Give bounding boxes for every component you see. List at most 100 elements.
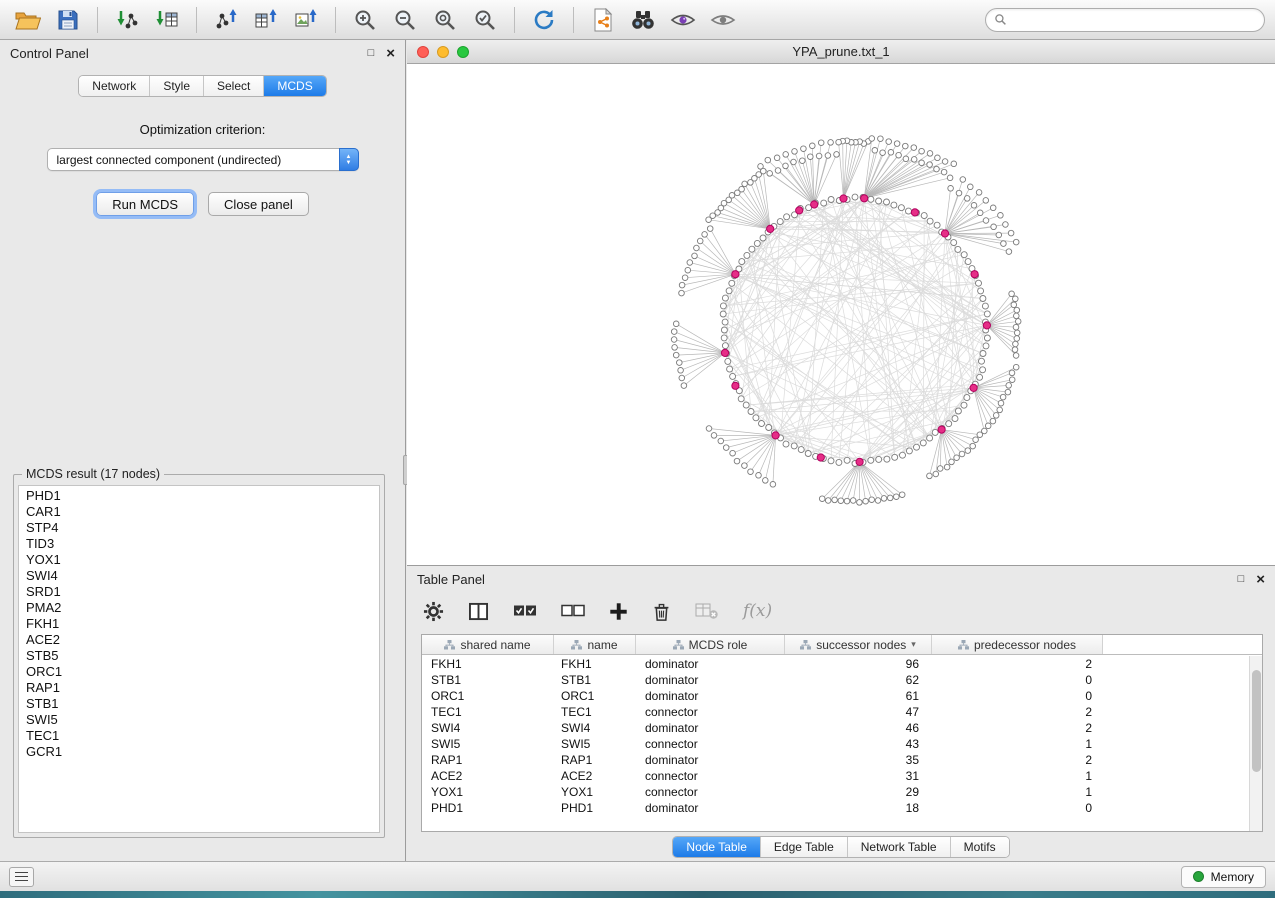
minimize-window-icon[interactable] — [437, 46, 449, 58]
delete-table-button[interactable] — [695, 601, 719, 621]
mcds-result-item[interactable]: PMA2 — [19, 600, 379, 616]
unselect-all-columns-button[interactable] — [561, 604, 585, 618]
mcds-result-list[interactable]: PHD1CAR1STP4TID3YOX1SWI4SRD1PMA2FKH1ACE2… — [18, 485, 380, 833]
mcds-result-item[interactable]: SWI4 — [19, 568, 379, 584]
control-panel-titlebar: Control Panel □ × — [0, 40, 405, 66]
mcds-result-item[interactable]: SRD1 — [19, 584, 379, 600]
tab-select[interactable]: Select — [204, 76, 264, 96]
tab-style[interactable]: Style — [150, 76, 204, 96]
float-table-panel-icon[interactable]: □ — [1238, 574, 1245, 585]
function-builder-button[interactable]: f(x) — [743, 601, 772, 621]
table-row[interactable]: FKH1FKH1dominator962 — [422, 656, 1262, 672]
column-header-successor-nodes[interactable]: successor nodes ▾ — [785, 635, 932, 654]
tab-mcds[interactable]: MCDS — [264, 76, 325, 96]
search-box[interactable] — [985, 8, 1265, 32]
memory-status-icon — [1193, 871, 1204, 882]
export-table-button[interactable] — [248, 5, 284, 35]
mcds-result-item[interactable]: YOX1 — [19, 552, 379, 568]
network-canvas[interactable] — [407, 64, 1275, 565]
mcds-result-item[interactable]: SWI5 — [19, 712, 379, 728]
search-input[interactable] — [1013, 13, 1256, 27]
mcds-result-item[interactable]: CAR1 — [19, 504, 379, 520]
mcds-result-item[interactable]: TID3 — [19, 536, 379, 552]
table-row[interactable]: TEC1TEC1connector472 — [422, 704, 1262, 720]
columns-icon — [468, 602, 489, 621]
mcds-result-item[interactable]: STB5 — [19, 648, 379, 664]
zoom-out-icon — [393, 8, 417, 32]
zoom-fit-button[interactable] — [427, 5, 463, 35]
float-panel-icon[interactable]: □ — [368, 48, 375, 59]
network-view — [407, 64, 1275, 565]
memory-button[interactable]: Memory — [1181, 866, 1266, 888]
mcds-result-item[interactable]: GCR1 — [19, 744, 379, 760]
show-columns-button[interactable] — [468, 602, 489, 621]
column-type-icon — [673, 640, 684, 650]
import-network-button[interactable] — [109, 5, 145, 35]
export-network-icon — [214, 8, 238, 32]
export-network-button[interactable] — [208, 5, 244, 35]
table-panel-title: Table Panel — [417, 572, 485, 587]
task-history-button[interactable] — [9, 867, 34, 887]
import-table-button[interactable] — [149, 5, 185, 35]
table-row[interactable]: ACE2ACE2connector311 — [422, 768, 1262, 784]
mcds-result-item[interactable]: TEC1 — [19, 728, 379, 744]
column-header-name[interactable]: name — [554, 635, 636, 654]
node-table-rows: FKH1FKH1dominator962STB1STB1dominator620… — [422, 656, 1262, 831]
close-window-icon[interactable] — [417, 46, 429, 58]
mcds-result-item[interactable]: ACE2 — [19, 632, 379, 648]
share-document-button[interactable] — [585, 5, 621, 35]
tab-network[interactable]: Network — [79, 76, 150, 96]
tab-network-table[interactable]: Network Table — [848, 837, 951, 857]
tab-edge-table[interactable]: Edge Table — [761, 837, 848, 857]
close-panel-icon[interactable]: × — [386, 46, 395, 61]
table-row[interactable]: YOX1YOX1connector291 — [422, 784, 1262, 800]
table-row[interactable]: SWI5SWI5connector431 — [422, 736, 1262, 752]
workspace-area: YPA_prune.txt_1 Table Panel □ × — [407, 40, 1275, 861]
close-panel-button[interactable]: Close panel — [208, 192, 309, 216]
node-table: shared name name MCDS role successor nod… — [421, 634, 1263, 832]
first-neighbors-button[interactable] — [625, 5, 661, 35]
tab-node-table[interactable]: Node Table — [673, 837, 761, 857]
criterion-select[interactable]: largest connected component (undirected)… — [47, 148, 359, 171]
column-header-shared-name[interactable]: shared name — [422, 635, 554, 654]
zoom-in-button[interactable] — [347, 5, 383, 35]
zoom-selected-button[interactable] — [467, 5, 503, 35]
mcds-result-group: MCDS result (17 nodes) PHD1CAR1STP4TID3Y… — [13, 467, 385, 838]
create-column-button[interactable] — [609, 602, 628, 621]
delete-column-button[interactable] — [652, 601, 671, 622]
maximize-window-icon[interactable] — [457, 46, 469, 58]
save-session-button[interactable] — [50, 5, 86, 35]
fx-icon: f(x) — [743, 601, 772, 621]
status-bar: Memory — [0, 861, 1275, 891]
column-type-icon — [444, 640, 455, 650]
export-image-button[interactable] — [288, 5, 324, 35]
show-hide-button[interactable] — [705, 5, 741, 35]
zoom-out-button[interactable] — [387, 5, 423, 35]
mcds-result-item[interactable]: FKH1 — [19, 616, 379, 632]
optimization-criterion-label: Optimization criterion: — [0, 122, 405, 137]
table-row[interactable]: RAP1RAP1dominator352 — [422, 752, 1262, 768]
select-all-columns-button[interactable] — [513, 604, 537, 618]
column-header-predecessor-nodes[interactable]: predecessor nodes — [932, 635, 1103, 654]
control-panel: Control Panel □ × Network Style Select M… — [0, 40, 406, 861]
refresh-view-button[interactable] — [526, 5, 562, 35]
close-table-panel-icon[interactable]: × — [1256, 572, 1265, 587]
table-scrollbar[interactable] — [1249, 656, 1262, 831]
table-scrollbar-thumb[interactable] — [1252, 670, 1261, 772]
open-session-button[interactable] — [10, 5, 46, 35]
table-row[interactable]: SWI4SWI4dominator462 — [422, 720, 1262, 736]
table-row[interactable]: ORC1ORC1dominator610 — [422, 688, 1262, 704]
mcds-result-item[interactable]: STB1 — [19, 696, 379, 712]
tab-motifs[interactable]: Motifs — [951, 837, 1009, 857]
table-row[interactable]: PHD1PHD1dominator180 — [422, 800, 1262, 816]
graphics-details-button[interactable] — [665, 5, 701, 35]
table-settings-button[interactable] — [423, 601, 444, 622]
table-row[interactable]: STB1STB1dominator620 — [422, 672, 1262, 688]
mcds-result-item[interactable]: PHD1 — [19, 488, 379, 504]
mcds-result-item[interactable]: RAP1 — [19, 680, 379, 696]
run-mcds-button[interactable]: Run MCDS — [96, 192, 194, 216]
column-header-mcds-role[interactable]: MCDS role — [636, 635, 785, 654]
mcds-result-item[interactable]: STP4 — [19, 520, 379, 536]
select-stepper-icon: ▲ ▼ — [339, 148, 359, 171]
mcds-result-item[interactable]: ORC1 — [19, 664, 379, 680]
